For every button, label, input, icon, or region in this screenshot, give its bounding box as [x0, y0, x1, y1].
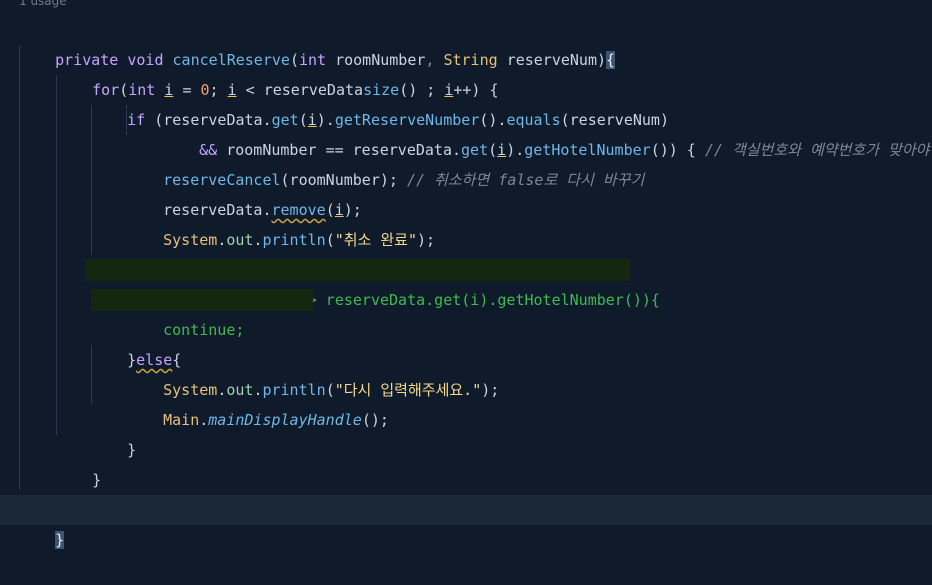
paren: ): [597, 51, 607, 69]
paren: ()) {: [650, 141, 696, 159]
code-line-11[interactable]: }else{: [91, 315, 181, 369]
class-main: Main: [163, 411, 200, 429]
code-line-17-current[interactable]: }: [0, 495, 932, 549]
code-line-1[interactable]: private void cancelReserve(int roomNumbe…: [19, 15, 616, 69]
param-reserve-num: reserveNum: [506, 51, 597, 69]
code-editor[interactable]: 1 usage private void cancelReserve(int r…: [0, 0, 932, 549]
code-line-8[interactable]: Main.mainDisplayHandle();: [127, 225, 389, 279]
paren: );: [481, 381, 500, 399]
comment: // 객실번호와 예약번호가 맞아야 취: [704, 141, 932, 159]
code-line-9[interactable]: }else if(roomNumber > reserveData.get(i)…: [91, 255, 660, 309]
brace: }: [92, 471, 102, 489]
paren: ();: [361, 411, 389, 429]
code-line-13[interactable]: Main.mainDisplayHandle();: [127, 375, 389, 429]
matched-brace: {: [606, 51, 616, 69]
brace: }: [127, 441, 137, 459]
code-line-10[interactable]: continue;: [127, 285, 244, 339]
code-line-12[interactable]: System.out.println("다시 입력해주세요.");: [127, 345, 499, 399]
code-line-4[interactable]: && roomNumber == reserveData.get(i).getH…: [163, 105, 932, 159]
code-line-2[interactable]: for(int i = 0; i < reserveDatasize() ; i…: [56, 45, 498, 99]
code-line-14[interactable]: }: [91, 405, 136, 459]
comment: // 취소하면 false로 다시 바꾸기: [406, 171, 645, 189]
paren: );: [417, 231, 436, 249]
code-line-5[interactable]: reserveCancel(roomNumber); // 취소하면 false…: [127, 135, 644, 189]
code-line-3[interactable]: if (reserveData.get(i).getReserveNumber(…: [91, 75, 669, 129]
code-line-15[interactable]: }: [56, 435, 101, 489]
matched-brace: }: [55, 531, 65, 549]
code-line-7[interactable]: System.out.println("취소 완료");: [127, 195, 435, 249]
usage-hint[interactable]: 1 usage: [19, 0, 67, 8]
paren: (: [154, 111, 164, 129]
keyword-if: if: [127, 111, 146, 129]
indent-guide: [19, 45, 20, 490]
code-line-6[interactable]: reserveData.remove(i);: [127, 165, 362, 219]
method-main-display-handle: mainDisplayHandle: [208, 411, 362, 429]
